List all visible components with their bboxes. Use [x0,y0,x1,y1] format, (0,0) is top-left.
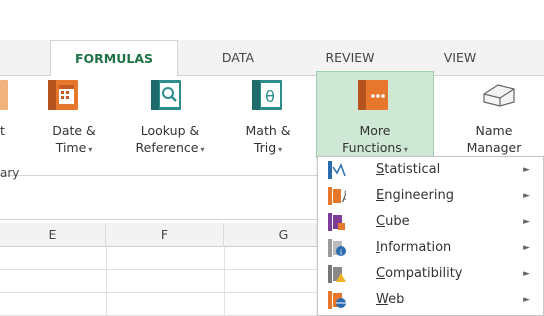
group-label: ary [0,166,20,180]
menu-label: nformation [379,240,452,255]
svg-text:Å: Å [342,190,346,205]
more-functions-menu: Statistical ► Å Engineering ► Cube ► i I… [317,156,544,316]
menu-item-information[interactable]: i Information ► [318,235,544,261]
lookup-reference-line2: Reference [135,140,199,155]
calendar-icon [48,80,78,110]
engineering-icon: Å [328,187,351,205]
lookup-reference-line1: Lookup & [140,123,200,138]
math-trig-icon: θ [252,80,282,110]
more-functions-line1: More [359,123,391,138]
date-time-button[interactable]: Date & Time ▾ [38,122,110,158]
accel-key: E [376,188,385,203]
menu-label: ompatibility [385,266,463,281]
more-functions-icon [358,80,388,110]
name-manager-button[interactable]: Name Manager [448,122,540,156]
column-header-f[interactable]: F [106,223,224,247]
menu-item-web[interactable]: Web ► [318,287,544,313]
name-manager-line1: Name [475,123,513,138]
partial-ribbon-label: t [0,123,5,138]
cube-icon [328,213,346,231]
web-icon [328,291,346,309]
chevron-right-icon: ► [523,295,530,305]
date-time-line1: Date & [52,123,96,138]
accel-key: W [376,292,389,307]
menu-label: ngineering [384,188,455,203]
caret-down-icon: ▾ [200,145,205,154]
menu-label: tatistical [384,162,441,177]
chevron-right-icon: ► [523,165,530,175]
caret-down-icon: ▾ [403,145,408,154]
grid-line [224,247,225,316]
chevron-right-icon: ► [523,269,530,279]
more-functions-line2: Functions [342,140,402,155]
svg-text:θ: θ [265,87,275,106]
ribbon-tabs: FORMULAS DATA REVIEW VIEW [0,40,544,77]
caret-down-icon: ▾ [88,145,93,154]
menu-label: eb [388,292,405,307]
tab-data[interactable]: DATA [198,40,278,76]
lookup-reference-button[interactable]: Lookup & Reference ▾ [117,122,223,158]
menu-item-statistical[interactable]: Statistical ► [318,157,544,183]
caret-down-icon: ▾ [278,145,283,154]
menu-item-compatibility[interactable]: Compatibility ► [318,261,544,287]
partial-icon [0,80,8,110]
menu-item-cube[interactable]: Cube ► [318,209,544,235]
lookup-reference-icon [151,80,181,110]
math-trig-line2: Trig [253,140,277,155]
math-trig-button[interactable]: Math & Trig ▾ [232,122,304,158]
svg-text:i: i [340,248,342,257]
date-time-line2: Time [55,140,87,155]
name-manager-icon [478,80,518,110]
name-manager-line2: Manager [466,140,522,155]
statistical-icon [328,161,346,179]
accel-key: C [376,266,386,281]
tab-formulas[interactable]: FORMULAS [50,40,178,77]
math-trig-line1: Math & [245,123,291,138]
accel-key: C [376,214,386,229]
information-icon: i [328,239,346,257]
grid-line [106,247,107,316]
compatibility-icon [328,265,346,283]
menu-item-engineering[interactable]: Å Engineering ► [318,183,544,209]
title-strip [0,0,544,40]
menu-label: ube [385,214,410,229]
column-header-e[interactable]: E [0,223,106,247]
chevron-right-icon: ► [523,243,530,253]
chevron-right-icon: ► [523,191,530,201]
chevron-right-icon: ► [523,217,530,227]
more-functions-button[interactable]: More Functions ▾ [318,122,432,158]
